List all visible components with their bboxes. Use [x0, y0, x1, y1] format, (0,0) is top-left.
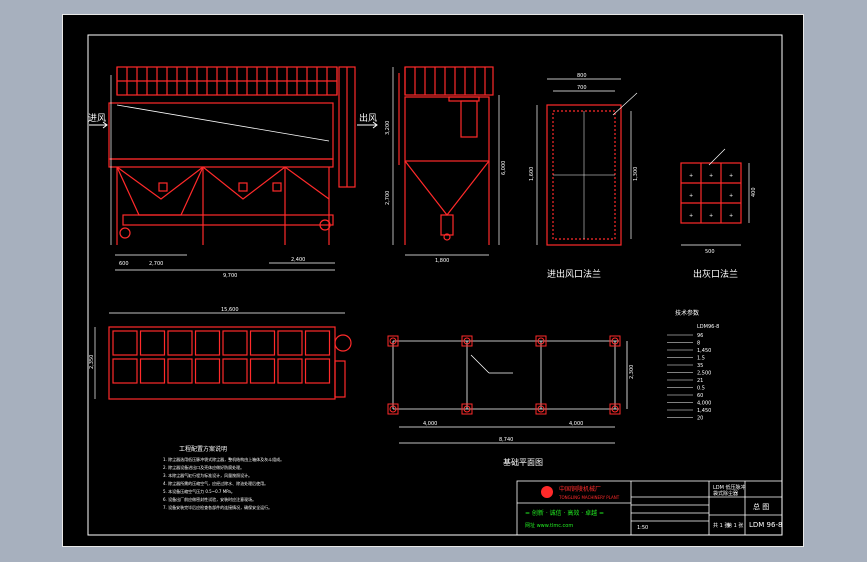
bolt-mark-icon: +	[709, 213, 713, 219]
dim-flange-h: 1,600	[529, 167, 535, 181]
note-item: 2. 除尘器设备进出口及壳体应做好防腐处理。	[163, 464, 244, 470]
tech-row-value: 60	[697, 393, 703, 399]
note-item: 1. 除尘器选用低压脉冲袋式除尘器，整机结构由上箱体及灰斗组成。	[163, 456, 284, 462]
tech-row-value: 1,450	[697, 348, 711, 354]
notes-title: 工程配置方案说明	[179, 445, 227, 453]
drawing-stage: 总 图	[753, 502, 769, 511]
dim-flange-w: 800	[577, 73, 587, 79]
dim-main-offset: 600	[119, 261, 129, 267]
dim-side-height: 6,000	[501, 161, 507, 175]
foundation-title: 基础平面图	[503, 457, 543, 467]
tech-row-value: 20	[697, 416, 703, 422]
bolt-mark-icon: +	[729, 193, 733, 199]
dim-left-b: 2,700	[149, 261, 163, 267]
dim-flange-inner: 700	[577, 85, 587, 91]
bolt-mark-icon: +	[729, 173, 733, 179]
dim-main-overall: 9,700	[223, 273, 237, 279]
plan-dimension-lines	[94, 312, 345, 399]
plan-view	[108, 326, 352, 400]
note-item: 5. 本设备压缩空气压力 0.5~0.7 MPa。	[163, 488, 235, 494]
foundation-plan-view	[392, 340, 628, 444]
sheet-no: 第 1 张	[727, 522, 743, 529]
inlet-outlet-flange-view	[546, 104, 622, 246]
dim-found-h: 2,300	[629, 365, 635, 379]
dim-found-total: 8,740	[499, 437, 513, 443]
tech-header: 技术参数	[675, 309, 699, 317]
note-item: 3. 本除尘器气缸行程为标准设计，风量按照设计。	[163, 472, 252, 478]
dim-found-b: 4,000	[569, 421, 583, 427]
drawing-model: LDM 96-8	[749, 521, 782, 529]
ash-flange-title: 出灰口法兰	[693, 268, 738, 280]
tech-row-value: 2,500	[697, 371, 711, 377]
note-item: 7. 设备安装完毕后应检查各部件的连接情况，确保安全运行。	[163, 504, 272, 510]
company-name-en: TONGLING MACHINERY PLANT	[558, 495, 620, 500]
main-elevation-view	[108, 66, 356, 245]
dim-plan-height: 2,350	[89, 355, 95, 369]
side-elevation-view	[398, 66, 494, 245]
tech-model: LDM96-8	[697, 324, 719, 330]
dim-side-lower: 2,700	[385, 191, 391, 205]
foundation-pads	[387, 335, 621, 415]
drawing-name-1: LDM 低压脉冲	[713, 484, 746, 491]
notes-list: 1. 除尘器选用低压脉冲袋式除尘器，整机结构由上箱体及灰斗组成。 2. 除尘器设备…	[163, 456, 284, 510]
tech-row-value: 0.5	[697, 386, 705, 392]
note-item: 4. 除尘器所需的压缩空气，应经过除水、除油处理后使用。	[163, 480, 268, 486]
company-contact: 网址 www.tlmc.com	[525, 522, 573, 529]
ash-flange-bolt-marks: + + + + + + + +	[689, 173, 733, 219]
tech-row-value: 35	[697, 363, 703, 369]
company-logo-icon	[541, 486, 553, 498]
drawing-name-2: 袋式除尘器	[713, 490, 738, 497]
dim-flange-hi: 1,300	[633, 167, 639, 181]
cad-drawing: 进风 出风 600 2,700 9,700 2,400 3,200 2,700 …	[87, 34, 783, 536]
dim-main-right: 2,400	[291, 257, 305, 263]
main-dimension-lines	[110, 75, 335, 271]
note-item: 6. 设备出厂前应做密封性试验，安装时应注意现场。	[163, 496, 256, 502]
bolt-mark-icon: +	[689, 213, 693, 219]
company-slogan: = 创新 · 诚信 · 高效 · 卓越 =	[525, 509, 604, 517]
dim-top-width: 15,600	[221, 307, 239, 313]
bolt-mark-icon: +	[689, 173, 693, 179]
drawing-sheet: 进风 出风 600 2,700 9,700 2,400 3,200 2,700 …	[62, 14, 804, 547]
tech-row-value: 21	[697, 378, 703, 384]
dim-ash-a: 500	[705, 249, 715, 255]
dim-side-upper: 3,200	[385, 121, 391, 135]
dim-ash-b: 400	[751, 187, 757, 197]
tech-row-value: 1.5	[697, 356, 705, 362]
flange-title: 进出风口法兰	[547, 268, 601, 280]
tech-row-value: 8	[697, 341, 700, 347]
flange-dimension-lines	[536, 78, 638, 245]
bolt-mark-icon: +	[729, 213, 733, 219]
tech-row-value: 1,450	[697, 408, 711, 414]
bolt-mark-icon: +	[709, 173, 713, 179]
tech-row-value: 4,000	[697, 401, 711, 407]
company-name: 中国铜陵机械厂	[559, 485, 601, 493]
tech-parameter-list: 9681,4501.5352,500210.5604,0001,45020	[667, 333, 711, 422]
tech-row-value: 96	[697, 333, 703, 339]
drawing-scale: 1:50	[637, 525, 648, 531]
dim-found-a: 4,000	[423, 421, 437, 427]
dim-left-a: 1,800	[435, 258, 449, 264]
outlet-label: 出风	[359, 112, 377, 124]
bolt-mark-icon: +	[689, 193, 693, 199]
